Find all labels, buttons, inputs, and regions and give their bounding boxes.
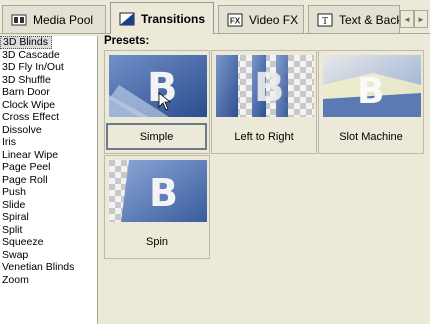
tab-scroll-left-button[interactable]: ◄ (400, 10, 414, 28)
tab-label: Media Pool (33, 12, 94, 27)
preset-slot-machine[interactable]: B Slot Machine (318, 50, 424, 154)
list-item[interactable]: Squeeze (0, 236, 97, 249)
svg-text:T: T (322, 16, 328, 27)
preset-thumbnail: B (109, 160, 207, 222)
preset-label: Simple (106, 123, 207, 150)
transitions-list[interactable]: 3D Blinds 3D Cascade 3D Fly In/Out 3D Sh… (0, 36, 98, 324)
presets-grid: B Simple B Left to Right B Slot Machine … (104, 50, 430, 324)
svg-text:B: B (254, 65, 285, 111)
tab-transitions[interactable]: Transitions (110, 2, 214, 34)
list-item[interactable]: Push (0, 186, 97, 199)
list-item[interactable]: Zoom (0, 274, 97, 287)
list-item[interactable]: Spiral (0, 211, 97, 224)
video-fx-icon: FX (227, 13, 243, 26)
svg-text:B: B (149, 171, 178, 215)
preset-label: Slot Machine (339, 131, 403, 143)
tab-scroll-right-button[interactable]: ► (414, 10, 428, 28)
tab-media-pool[interactable]: Media Pool (2, 5, 106, 33)
preset-left-to-right[interactable]: B Left to Right (211, 50, 317, 154)
presets-label: Presets: (104, 35, 150, 47)
list-item[interactable]: Split (0, 224, 97, 237)
tab-label: Text & Backg (339, 12, 399, 27)
list-item[interactable]: Page Peel (0, 161, 97, 174)
list-item[interactable]: 3D Cascade (0, 49, 97, 62)
preset-simple[interactable]: B Simple (104, 50, 210, 154)
transitions-icon (119, 12, 135, 25)
svg-text:FX: FX (230, 16, 241, 25)
list-item[interactable]: Venetian Blinds (0, 261, 97, 274)
list-item[interactable]: Page Roll (0, 174, 97, 187)
list-item[interactable]: 3D Blinds (0, 36, 52, 49)
preset-thumbnail: B (109, 55, 207, 117)
preset-thumbnail: B (216, 55, 314, 117)
tab-label: Video FX (249, 12, 299, 27)
list-item[interactable]: 3D Fly In/Out (0, 61, 97, 74)
tab-label: Transitions (141, 11, 206, 26)
preset-spin[interactable]: B Spin (104, 155, 210, 259)
preset-label: Spin (145, 236, 169, 248)
list-item[interactable]: 3D Shuffle (0, 74, 97, 87)
tab-text-backgrounds[interactable]: T Text & Backg (308, 5, 400, 33)
list-item[interactable]: Cross Effect (0, 111, 97, 124)
svg-text:B: B (357, 71, 384, 112)
list-item[interactable]: Slide (0, 199, 97, 212)
text-icon: T (317, 13, 333, 27)
preset-label: Left to Right (234, 131, 294, 143)
list-item[interactable]: Barn Door (0, 86, 97, 99)
chevron-right-icon: ► (417, 14, 425, 24)
tab-strip: Media Pool Transitions FX Video FX T Tex… (0, 0, 430, 34)
media-pool-icon (11, 14, 27, 25)
list-item[interactable]: Clock Wipe (0, 99, 97, 112)
chevron-left-icon: ◄ (403, 14, 411, 24)
list-item[interactable]: Iris (0, 136, 97, 149)
list-item[interactable]: Swap (0, 249, 97, 262)
list-item[interactable]: Linear Wipe (0, 149, 97, 162)
tab-video-fx[interactable]: FX Video FX (218, 5, 304, 33)
preset-thumbnail: B (323, 55, 421, 117)
list-item[interactable]: Dissolve (0, 124, 97, 137)
